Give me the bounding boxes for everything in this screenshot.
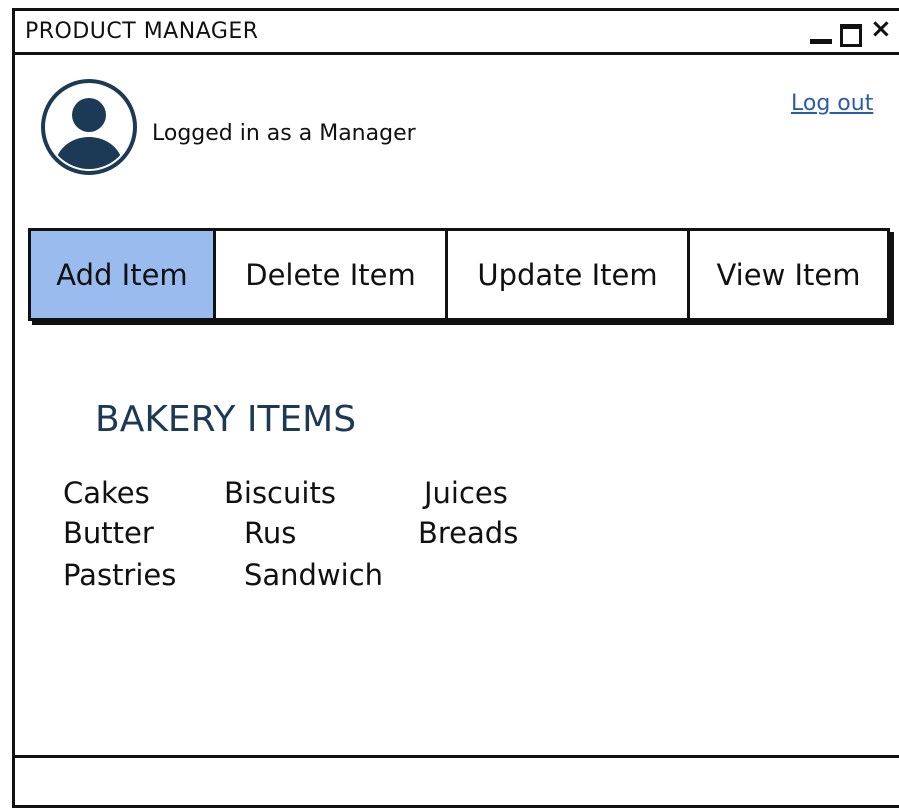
app-window: PRODUCT MANAGER × Logged in as a Manager… <box>12 8 899 808</box>
title-bar: PRODUCT MANAGER × <box>15 11 899 55</box>
section-title: BAKERY ITEMS <box>95 399 357 440</box>
tab-update-item[interactable]: Update Item <box>448 231 690 318</box>
list-item-rus[interactable]: Rus <box>244 516 296 550</box>
list-item-breads[interactable]: Breads <box>418 516 518 550</box>
close-icon[interactable]: × <box>870 16 892 42</box>
window-controls: × <box>810 16 899 47</box>
user-avatar-icon <box>41 79 137 175</box>
list-item-butter[interactable]: Butter <box>63 516 154 550</box>
list-item-pastries[interactable]: Pastries <box>63 558 176 592</box>
status-bar-divider <box>15 755 899 758</box>
minimize-icon[interactable] <box>810 39 832 44</box>
app-title: PRODUCT MANAGER <box>25 19 259 44</box>
list-item-biscuits[interactable]: Biscuits <box>224 476 336 510</box>
tab-delete-item[interactable]: Delete Item <box>216 231 448 318</box>
maximize-icon[interactable] <box>840 24 862 47</box>
list-item-juices[interactable]: Juices <box>424 476 508 510</box>
login-status-text: Logged in as a Manager <box>152 121 416 146</box>
logout-link[interactable]: Log out <box>791 91 873 116</box>
list-item-sandwich[interactable]: Sandwich <box>244 558 383 592</box>
list-item-cakes[interactable]: Cakes <box>63 476 150 510</box>
tab-add-item[interactable]: Add Item <box>31 231 216 318</box>
action-tabs: Add Item Delete Item Update Item View It… <box>28 228 890 321</box>
tab-view-item[interactable]: View Item <box>690 231 887 318</box>
